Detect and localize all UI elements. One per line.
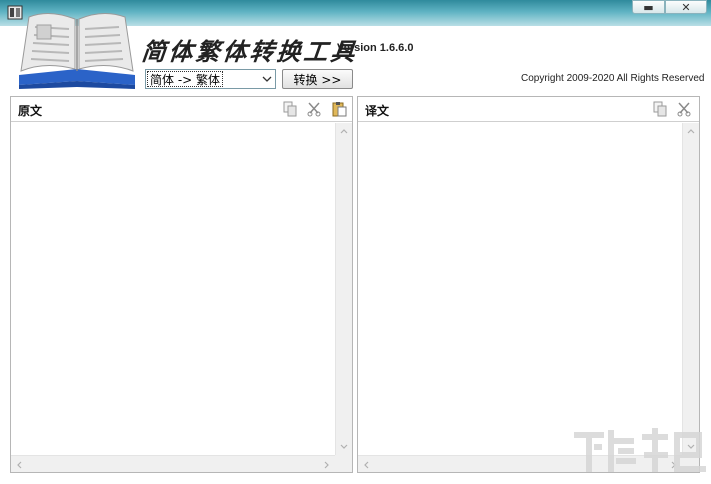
source-panel: 原文 [10, 96, 353, 473]
conversion-mode-select[interactable]: 简体 -> 繁体 [145, 69, 276, 89]
chevron-down-icon[interactable] [259, 70, 275, 88]
cut-icon[interactable] [676, 101, 692, 117]
source-panel-header: 原文 [11, 97, 352, 122]
scroll-up-icon[interactable] [682, 123, 699, 140]
source-panel-title: 原文 [18, 104, 43, 118]
copy-icon[interactable] [282, 101, 298, 117]
scroll-right-icon[interactable] [318, 456, 335, 473]
scrollbar-corner [335, 455, 352, 472]
book-logo-icon [19, 13, 135, 89]
target-panel-header: 译文 [358, 97, 699, 122]
cut-icon[interactable] [306, 101, 322, 117]
target-panel-title: 译文 [365, 104, 390, 118]
source-horizontal-scrollbar[interactable] [11, 455, 335, 472]
target-vertical-scrollbar[interactable] [682, 123, 699, 455]
convert-button[interactable]: 转换 >> [282, 69, 353, 89]
watermark-logo-icon [574, 428, 706, 472]
close-button[interactable]: ✕ [665, 0, 707, 14]
scroll-left-icon[interactable] [358, 456, 375, 473]
source-vertical-scrollbar[interactable] [335, 123, 352, 455]
scroll-down-icon[interactable] [335, 438, 352, 455]
version-label: Version 1.6.6.0 [337, 42, 414, 54]
conversion-mode-value: 简体 -> 繁体 [147, 71, 224, 87]
paste-icon[interactable] [331, 101, 347, 117]
copyright-text: Copyright 2009-2020 All Rights Reserved [521, 73, 705, 84]
copy-icon[interactable] [652, 101, 668, 117]
scroll-left-icon[interactable] [11, 456, 28, 473]
source-text-area[interactable] [11, 123, 352, 472]
target-text-area[interactable] [358, 123, 699, 472]
scroll-up-icon[interactable] [335, 123, 352, 140]
target-panel: 译文 [357, 96, 700, 473]
minimize-button[interactable]: ▬ [632, 0, 665, 14]
app-title: 简体繁体转换工具 [140, 37, 360, 66]
